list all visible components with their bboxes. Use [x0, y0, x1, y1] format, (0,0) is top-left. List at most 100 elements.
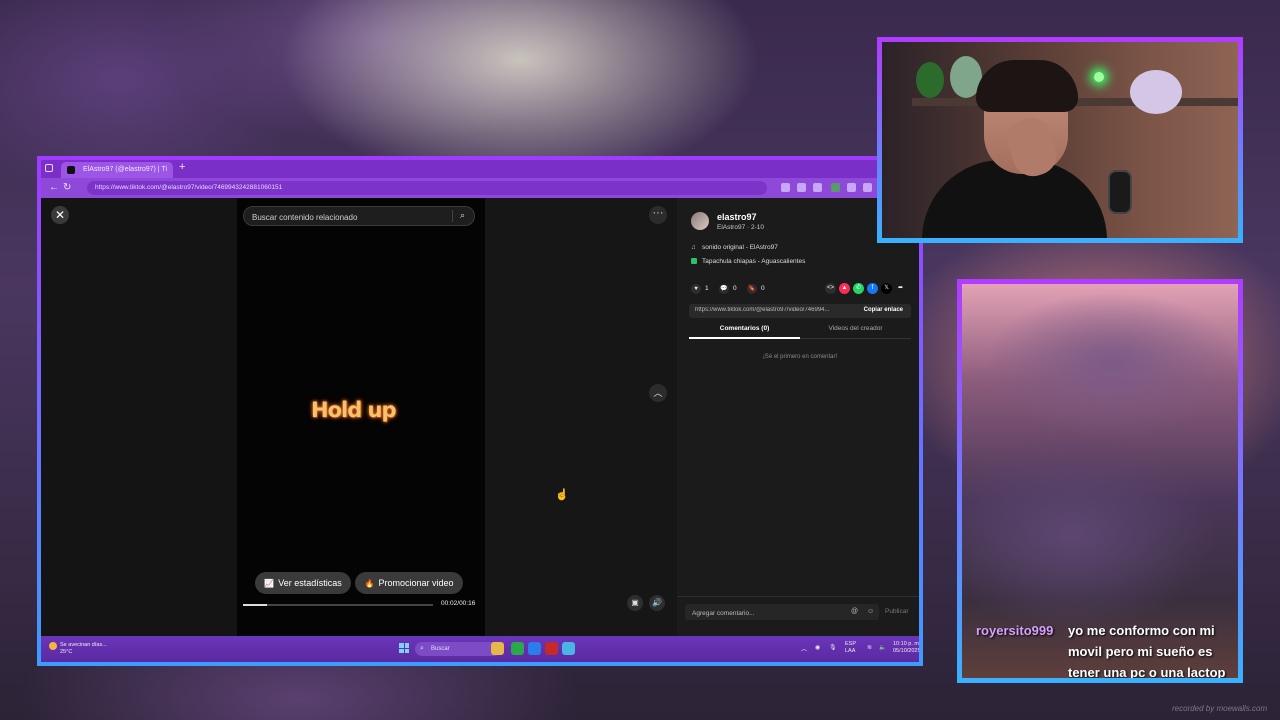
- windows-start-icon[interactable]: [399, 643, 409, 653]
- x-icon[interactable]: 𝕏: [881, 283, 892, 294]
- chat-username: royersito999: [976, 623, 1054, 638]
- search-icon[interactable]: ⌕: [460, 210, 465, 221]
- stats-button[interactable]: 📈 Ver estadísticas: [255, 572, 351, 594]
- weather-widget[interactable]: Se avecinan días... 25°C: [49, 642, 107, 656]
- location-row[interactable]: Tapachula chiapas - Aguascalientes: [691, 258, 805, 265]
- edge-app-icon[interactable]: [528, 642, 541, 655]
- search-divider: [452, 210, 453, 222]
- extensions-icon[interactable]: [781, 183, 790, 192]
- music-note-icon: ♫: [691, 244, 696, 251]
- collections-icon[interactable]: [813, 183, 822, 192]
- tiktok-favicon-icon: [67, 166, 75, 174]
- streamer-hair: [976, 60, 1078, 112]
- previous-video-icon[interactable]: ︿: [649, 384, 667, 402]
- avatar[interactable]: [691, 212, 709, 230]
- obs-app-icon[interactable]: [545, 642, 558, 655]
- clock-date: 05/10/2025: [893, 648, 921, 654]
- empty-comments-text: ¡Sé el primero en comentar!: [762, 354, 838, 360]
- creator-username[interactable]: elastro97: [717, 212, 757, 222]
- active-tab-underline: [689, 337, 800, 339]
- reload-icon[interactable]: ↻: [63, 182, 71, 194]
- speaker-icon[interactable]: 🔈: [879, 644, 886, 651]
- wifi-icon[interactable]: ≋: [867, 644, 872, 651]
- widgets-app-icon[interactable]: [491, 642, 504, 655]
- microphone-icon[interactable]: 🎙: [829, 644, 837, 651]
- tab-bar: ElAstro97 (@elastro97) | Ti +: [41, 160, 919, 178]
- favorite-icon[interactable]: [797, 183, 806, 192]
- chat-message: royersito999 yo me conformo con mi movil…: [976, 620, 1238, 678]
- promote-button[interactable]: 🔥 Promocionar video: [355, 572, 463, 594]
- video-progress-fill: [243, 604, 267, 606]
- promote-button-label: Promocionar video: [378, 578, 454, 588]
- xbox-app-icon[interactable]: [511, 642, 524, 655]
- stats-button-label: Ver estadísticas: [278, 578, 342, 588]
- tab-tiktok[interactable]: ElAstro97 (@elastro97) | Ti: [61, 162, 173, 178]
- profile-icon[interactable]: [847, 183, 856, 192]
- menu-icon[interactable]: [863, 183, 872, 192]
- taskbar-search-label: Buscar: [431, 646, 450, 652]
- heart-icon: ♥: [691, 284, 701, 294]
- like-button[interactable]: ♥ 1: [691, 284, 709, 294]
- video-player[interactable]: ⌕ Hold up 📈Ver estadísticas 🔥Promocionar…: [237, 198, 485, 636]
- flame-icon: 🔥: [364, 579, 375, 588]
- left-blank-area: ✕: [41, 198, 237, 636]
- comment-input[interactable]: [690, 606, 834, 620]
- facebook-icon[interactable]: f: [867, 283, 878, 294]
- browser-app-icon[interactable]: [562, 642, 575, 655]
- whatsapp-icon[interactable]: ✆: [853, 283, 864, 294]
- weather-text: Se avecinan días...: [60, 642, 107, 648]
- more-options-icon[interactable]: ···: [649, 206, 667, 224]
- video-overlay-text: Hold up: [311, 398, 397, 422]
- back-icon[interactable]: ←: [49, 182, 59, 194]
- repost-icon[interactable]: ▲: [839, 283, 850, 294]
- tiktok-page: ✕ ⌕ Hold up 📈Ver estadísticas 🔥Promocion…: [41, 198, 919, 636]
- tray-app-icon[interactable]: ◉: [815, 644, 820, 651]
- emoji-icon[interactable]: ☺: [867, 608, 874, 615]
- tab-creator-videos[interactable]: Videos del creador: [800, 325, 911, 332]
- taskbar-clock[interactable]: 10:10 p. m. 05/10/2025: [893, 641, 921, 655]
- green-light: [1094, 72, 1104, 82]
- tab-title: ElAstro97 (@elastro97) | Ti: [83, 166, 168, 173]
- comment-composer: @ ☺ Publicar: [677, 596, 919, 627]
- creator-subtitle: ElAstro97 · 2-10: [717, 224, 764, 231]
- search-input[interactable]: [250, 209, 450, 225]
- plush-toy: [1130, 70, 1182, 114]
- extension-green-icon[interactable]: [831, 183, 840, 192]
- location-label: Tapachula chiapas - Aguascalientes: [702, 258, 806, 265]
- taskbar-search[interactable]: ⌕ Buscar: [415, 642, 501, 656]
- language-line2: LAA: [845, 648, 856, 654]
- save-button[interactable]: 🔖 0: [747, 284, 765, 294]
- details-sidebar: elastro97 ElAstro97 · 2-10 ♫ sonido origi…: [677, 198, 919, 636]
- sound-row[interactable]: ♫ sonido original - ElAstro97: [691, 244, 778, 251]
- picture-in-picture-icon[interactable]: ▣: [627, 595, 643, 611]
- tray-chevron-icon[interactable]: ︿: [801, 644, 807, 653]
- window-menu-icon[interactable]: [45, 164, 53, 172]
- comment-box: @ ☺: [685, 604, 879, 620]
- language-line1: ESP: [845, 641, 857, 647]
- publish-button[interactable]: Publicar: [885, 608, 908, 615]
- new-tab-button[interactable]: +: [179, 161, 185, 173]
- video-progress-bar[interactable]: [243, 604, 433, 606]
- share-icon[interactable]: ➦: [895, 283, 906, 294]
- location-tag-icon: [691, 258, 697, 264]
- embed-icon[interactable]: <>: [825, 283, 836, 294]
- browser-window: ElAstro97 (@elastro97) | Ti + ← ↻ https:…: [37, 156, 923, 666]
- url-field[interactable]: https://www.tiktok.com/@elastro97/video/…: [87, 181, 767, 195]
- language-indicator[interactable]: ESP LAA: [845, 641, 856, 655]
- copy-link-button[interactable]: Copiar enlace: [864, 307, 903, 313]
- taskbar-search-icon: ⌕: [420, 645, 424, 652]
- close-icon[interactable]: ✕: [51, 206, 69, 224]
- comment-tabs: Comentarios (0) Videos del creador: [689, 324, 911, 339]
- address-bar-row: ← ↻ https://www.tiktok.com/@elastro97/vi…: [41, 178, 919, 198]
- link-box: https://www.tiktok.com/@elastro97/video/…: [689, 304, 911, 318]
- tab-comments[interactable]: Comentarios (0): [689, 325, 800, 332]
- volume-icon[interactable]: 🔊: [649, 595, 665, 611]
- related-search: ⌕: [243, 206, 475, 226]
- video-link: https://www.tiktok.com/@elastro97/video/…: [695, 307, 830, 313]
- mouse-cursor-icon: ☝: [555, 489, 569, 501]
- sound-label: sonido original - ElAstro97: [702, 244, 778, 251]
- mention-icon[interactable]: @: [851, 608, 858, 615]
- clock-time: 10:10 p. m.: [893, 641, 921, 647]
- microphone: [1108, 170, 1132, 214]
- comment-button[interactable]: 💬 0: [719, 284, 737, 294]
